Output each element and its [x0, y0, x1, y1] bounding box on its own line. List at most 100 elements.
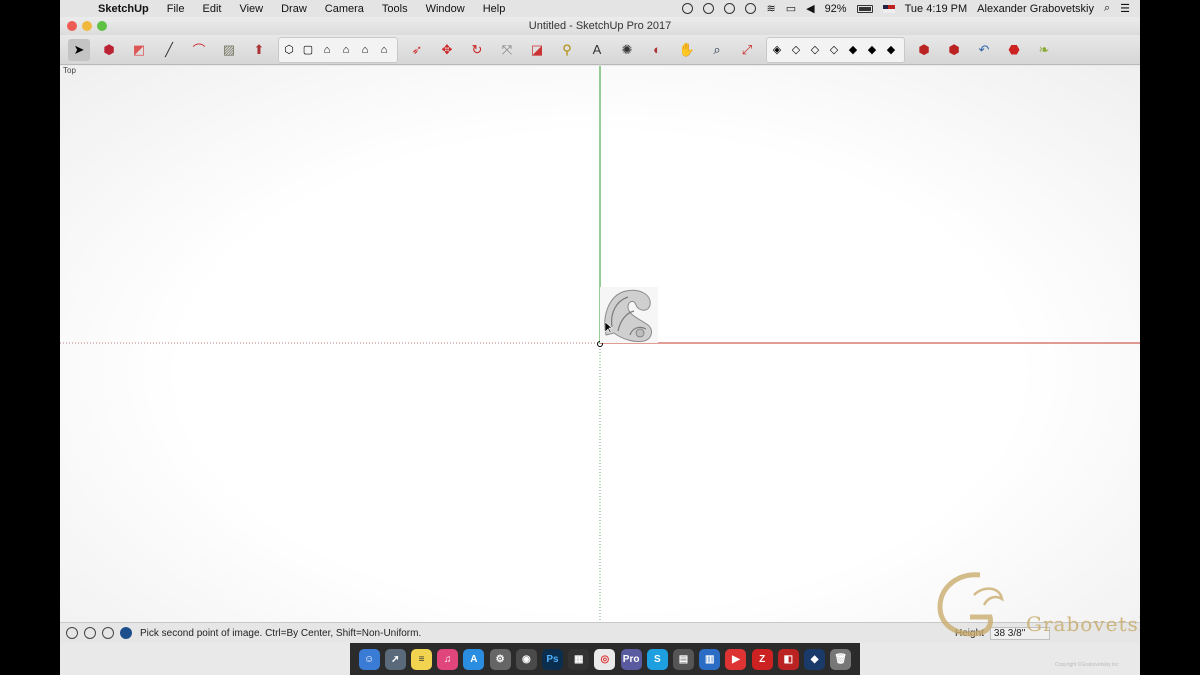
menu-draw[interactable]: Draw: [272, 3, 316, 15]
toolbar: ➤ ⬢ ◩ ╱ ⌒ ▨ ⬆ ⬡ ▢ ⌂ ⌂ ⌂ ⌂ ➶ ✥ ↻ ⤧ ◪ ⚲ A …: [60, 35, 1140, 65]
make-component-icon[interactable]: ⬢: [98, 39, 120, 61]
right-view-icon[interactable]: ⌂: [338, 39, 354, 61]
itunes-icon[interactable]: ♫: [437, 648, 459, 670]
instructor-icon[interactable]: [120, 627, 132, 639]
share-model-icon[interactable]: ⬢: [943, 39, 965, 61]
extension-manager-icon[interactable]: ❧: [1033, 39, 1055, 61]
media-player-icon[interactable]: ▶: [725, 648, 747, 670]
launchpad-icon[interactable]: ➚: [384, 648, 406, 670]
eraser-icon[interactable]: ◩: [128, 39, 150, 61]
close-window-button[interactable]: [67, 21, 77, 31]
shaded-textures-style-icon[interactable]: ◆: [864, 39, 880, 61]
back-view-icon[interactable]: ⌂: [357, 39, 373, 61]
battery-percent[interactable]: 92%: [825, 3, 847, 15]
ornament-image[interactable]: [600, 287, 658, 343]
shaded-style-icon[interactable]: ◆: [845, 39, 861, 61]
tape-measure-icon[interactable]: ⚲: [556, 39, 578, 61]
hidden-line-style-icon[interactable]: ◇: [826, 39, 842, 61]
paint-bucket-icon[interactable]: ✺: [616, 39, 638, 61]
status-bar: Pick second point of image. Ctrl=By Cent…: [60, 622, 1140, 643]
pan-tool-icon[interactable]: ✋: [676, 39, 698, 61]
sketchup-layout-icon[interactable]: ◧: [777, 648, 799, 670]
record-icon[interactable]: [682, 3, 694, 14]
measurement-label: Height: [955, 628, 984, 639]
photoshop-icon[interactable]: Ps: [542, 648, 564, 670]
zoom-tool-icon[interactable]: ⌕: [706, 39, 728, 61]
trello-icon[interactable]: ▥: [699, 648, 721, 670]
left-view-icon[interactable]: ⌂: [376, 39, 392, 61]
front-view-icon[interactable]: ⌂: [319, 39, 335, 61]
3d-warehouse-icon[interactable]: ⬢: [913, 39, 935, 61]
airplay-icon[interactable]: ▭: [786, 2, 796, 15]
top-view-icon[interactable]: ▢: [300, 39, 316, 61]
trash-icon[interactable]: 🗑: [830, 648, 852, 670]
menu-edit[interactable]: Edit: [193, 3, 230, 15]
filezilla-icon[interactable]: Z: [751, 648, 773, 670]
menu-app-sketchup[interactable]: SketchUp: [96, 3, 158, 15]
input-source-flag-icon[interactable]: [882, 4, 895, 13]
rotate-tool-icon[interactable]: ↻: [466, 39, 488, 61]
time-machine-icon[interactable]: [745, 3, 757, 14]
status-message: Pick second point of image. Ctrl=By Cent…: [140, 627, 422, 639]
finder-icon[interactable]: ☺: [358, 648, 380, 670]
menu-file[interactable]: File: [158, 3, 194, 15]
dropbox-icon[interactable]: [703, 3, 715, 14]
follow-me-icon[interactable]: ➶: [406, 39, 428, 61]
notification-center-icon[interactable]: ☰: [1120, 2, 1130, 15]
arc-tool-icon[interactable]: ⌒: [188, 39, 210, 61]
battery-icon[interactable]: [856, 4, 873, 13]
xray-style-icon[interactable]: ◈: [769, 39, 785, 61]
final-cut-icon[interactable]: ▦: [568, 648, 590, 670]
user-name[interactable]: Alexander Grabovetskiy: [977, 3, 1094, 15]
mouse-cursor-icon: [605, 322, 613, 334]
views-toolbar: ⬡ ▢ ⌂ ⌂ ⌂ ⌂: [278, 36, 398, 63]
volume-icon[interactable]: ◀: [806, 2, 814, 15]
system-preferences-icon[interactable]: ⚙: [489, 648, 511, 670]
text-tool-icon[interactable]: A: [586, 39, 608, 61]
line-tool-icon[interactable]: ╱: [158, 39, 180, 61]
menu-bar: SketchUp File Edit View Draw Camera Tool…: [60, 0, 1140, 17]
notes-icon[interactable]: ≡: [411, 648, 432, 670]
app-store-icon[interactable]: A: [463, 648, 485, 670]
menu-window[interactable]: Window: [417, 3, 474, 15]
credits-icon[interactable]: [84, 627, 96, 639]
geo-location-icon[interactable]: [66, 627, 78, 639]
printer-icon[interactable]: ▤: [673, 648, 695, 670]
styles-toolbar: ◈ ◇ ◇ ◇ ◆ ◆ ◆: [766, 36, 905, 63]
minimize-window-button[interactable]: [82, 21, 92, 31]
sketchup-icon[interactable]: ◆: [804, 648, 826, 670]
select-tool-icon[interactable]: ➤: [68, 38, 90, 61]
wireframe-style-icon[interactable]: ◇: [807, 39, 823, 61]
skype-icon[interactable]: S: [646, 648, 668, 670]
menu-view[interactable]: View: [230, 3, 272, 15]
menu-camera[interactable]: Camera: [316, 3, 373, 15]
zoom-window-button[interactable]: [97, 21, 107, 31]
axes-overlay: [60, 66, 1140, 622]
push-pull-icon[interactable]: ⬆: [248, 39, 270, 61]
pro-app-icon[interactable]: Pro: [620, 648, 642, 670]
modeling-viewport[interactable]: Top: [60, 66, 1140, 622]
watermark-copyright: Copyright ©Grabovetskiy Inc: [1055, 662, 1119, 668]
share-component-icon[interactable]: ↶: [973, 39, 995, 61]
offset-tool-icon[interactable]: ◪: [526, 39, 548, 61]
scale-tool-icon[interactable]: ⤧: [496, 39, 518, 61]
dock: ☺ ➚ ≡ ♫ A ⚙ ◉ Ps ▦ ◎ Pro S ▤ ▥ ▶ Z ◧ ◆ 🗑: [350, 643, 860, 675]
extension-warehouse-icon[interactable]: ⬣: [1003, 39, 1025, 61]
wifi-icon[interactable]: ≋: [766, 2, 775, 15]
screenshot-icon[interactable]: ◉: [515, 648, 537, 670]
chrome-icon[interactable]: ◎: [594, 648, 616, 670]
watermark-name: Grabovetskiy: [1026, 612, 1140, 636]
shape-tool-icon[interactable]: ▨: [218, 39, 240, 61]
user-account-icon[interactable]: [102, 627, 114, 639]
move-tool-icon[interactable]: ✥: [436, 39, 458, 61]
back-edges-style-icon[interactable]: ◇: [788, 39, 804, 61]
clock[interactable]: Tue 4:19 PM: [905, 3, 968, 15]
monochrome-style-icon[interactable]: ◆: [883, 39, 899, 61]
creative-cloud-icon[interactable]: [724, 3, 736, 14]
search-icon[interactable]: ⌕: [1104, 2, 1110, 15]
menu-tools[interactable]: Tools: [373, 3, 417, 15]
menu-help[interactable]: Help: [474, 3, 515, 15]
iso-view-icon[interactable]: ⬡: [281, 39, 297, 61]
zoom-extents-icon[interactable]: ⤢: [736, 39, 758, 61]
orbit-tool-icon[interactable]: ◐: [646, 39, 668, 61]
